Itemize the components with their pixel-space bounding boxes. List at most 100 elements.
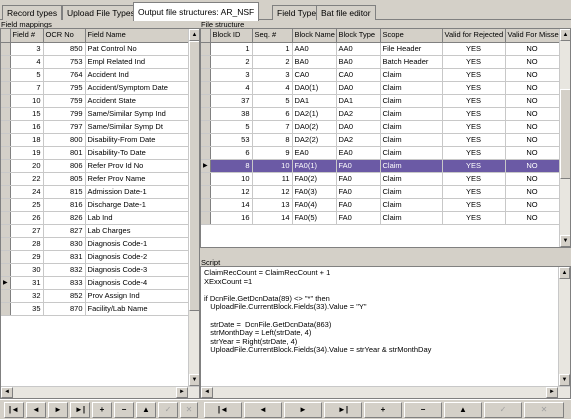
cell-ocr-no[interactable]: 759 xyxy=(43,94,86,108)
cell-block-type[interactable]: DA0 xyxy=(336,81,381,95)
cell-block-name[interactable]: AA0 xyxy=(292,42,337,56)
cell-block-id[interactable]: 4 xyxy=(210,81,253,95)
cell-valid-missed[interactable]: NO xyxy=(505,211,560,225)
table-row[interactable]: 16 14 FA0(5) FA0 Claim YES NO xyxy=(201,211,560,225)
table-row[interactable]: 37 5 DA1 DA1 Claim YES NO xyxy=(201,94,560,108)
table-row[interactable]: 7 795 Accident/Symptom Date xyxy=(1,81,189,95)
cell-field-num[interactable]: 25 xyxy=(10,198,44,212)
tab-bat-file-editor[interactable]: Bat file editor xyxy=(316,5,376,20)
col-header-block-name[interactable]: Block Name xyxy=(292,29,337,43)
col-header-block-type[interactable]: Block Type xyxy=(336,29,381,43)
cell-ocr-no[interactable]: 832 xyxy=(43,263,86,277)
cell-valid-rejected[interactable]: YES xyxy=(442,42,506,56)
nav-cancel-button[interactable]: ✕ xyxy=(524,402,564,418)
cell-seq[interactable]: 14 xyxy=(252,211,293,225)
table-row[interactable]: 20 806 Refer Prov Id No xyxy=(1,159,189,173)
cell-field-num[interactable]: 4 xyxy=(10,55,44,69)
cell-block-id[interactable]: 37 xyxy=(210,94,253,108)
cell-scope[interactable]: Claim xyxy=(380,185,443,199)
cell-valid-rejected[interactable]: YES xyxy=(442,94,506,108)
cell-ocr-no[interactable]: 795 xyxy=(43,81,86,95)
table-row[interactable]: 5 7 DA0(2) DA0 Claim YES NO xyxy=(201,120,560,134)
cell-valid-rejected[interactable]: YES xyxy=(442,146,506,160)
nav-last-button[interactable]: ►| xyxy=(70,402,90,418)
cell-field-name[interactable]: Admission Date-1 xyxy=(85,185,189,199)
cell-field-name[interactable]: Discharge Date-1 xyxy=(85,198,189,212)
cell-field-name[interactable]: Pat Control No xyxy=(85,42,189,56)
cell-block-type[interactable]: AA0 xyxy=(336,42,381,56)
cell-block-name[interactable]: DA2(1) xyxy=(292,107,337,121)
col-header-ocr-no[interactable]: OCR No xyxy=(43,29,86,43)
cell-block-name[interactable]: DA2(2) xyxy=(292,133,337,147)
table-row[interactable]: 28 830 Diagnosis Code-1 xyxy=(1,237,189,251)
col-header-field-name[interactable]: Field Name xyxy=(85,29,189,43)
cell-valid-rejected[interactable]: YES xyxy=(442,133,506,147)
cell-seq[interactable]: 11 xyxy=(252,172,293,186)
cell-field-name[interactable]: Lab Ind xyxy=(85,211,189,225)
cell-block-name[interactable]: BA0 xyxy=(292,55,337,69)
cell-scope[interactable]: Claim xyxy=(380,159,443,173)
cell-seq[interactable]: 9 xyxy=(252,146,293,160)
nav-first-button[interactable]: |◄ xyxy=(4,402,24,418)
nav-edit-button[interactable]: ▲ xyxy=(136,402,156,418)
tab-record-types[interactable]: Record types xyxy=(2,5,63,20)
cell-field-name[interactable]: Same/Similar Symp Ind xyxy=(85,107,189,121)
scroll-down-arrow-icon[interactable]: ▼ xyxy=(560,235,570,247)
cell-scope[interactable]: Claim xyxy=(380,133,443,147)
cell-valid-rejected[interactable]: YES xyxy=(442,107,506,121)
table-row[interactable]: 30 832 Diagnosis Code-3 xyxy=(1,263,189,277)
cell-block-name[interactable]: CA0 xyxy=(292,68,337,82)
cell-field-num[interactable]: 28 xyxy=(10,237,44,251)
table-row[interactable]: 3 3 CA0 CA0 Claim YES NO xyxy=(201,68,560,82)
table-row[interactable]: 4 753 Empl Related Ind xyxy=(1,55,189,69)
cell-block-type[interactable]: EA0 xyxy=(336,146,381,160)
cell-valid-missed[interactable]: NO xyxy=(505,55,560,69)
cell-valid-missed[interactable]: NO xyxy=(505,68,560,82)
cell-field-name[interactable]: Refer Prov Id No xyxy=(85,159,189,173)
cell-field-name[interactable]: Lab Charges xyxy=(85,224,189,238)
cell-block-name[interactable]: FA0(3) xyxy=(292,185,337,199)
cell-field-num[interactable]: 31 xyxy=(10,276,44,290)
cell-ocr-no[interactable]: 870 xyxy=(43,302,86,316)
nav-edit-button[interactable]: ▲ xyxy=(444,402,482,418)
table-row[interactable]: 5 764 Accident Ind xyxy=(1,68,189,82)
cell-valid-rejected[interactable]: YES xyxy=(442,120,506,134)
table-row[interactable]: 53 8 DA2(2) DA2 Claim YES NO xyxy=(201,133,560,147)
cell-field-num[interactable]: 22 xyxy=(10,172,44,186)
cell-block-id[interactable]: 6 xyxy=(210,146,253,160)
nav-next-button[interactable]: ► xyxy=(284,402,322,418)
cell-field-name[interactable]: Disability-To Date xyxy=(85,146,189,160)
cell-field-num[interactable]: 15 xyxy=(10,107,44,121)
cell-valid-missed[interactable]: NO xyxy=(505,159,560,173)
col-header-valid-rejected[interactable]: Valid for Rejected xyxy=(442,29,506,43)
cell-block-type[interactable]: BA0 xyxy=(336,55,381,69)
table-row[interactable]: 26 826 Lab Ind xyxy=(1,211,189,225)
cell-scope[interactable]: Claim xyxy=(380,211,443,225)
cell-scope[interactable]: Claim xyxy=(380,146,443,160)
cell-block-id[interactable]: 3 xyxy=(210,68,253,82)
cell-block-id[interactable]: 38 xyxy=(210,107,253,121)
cell-field-name[interactable]: Empl Related Ind xyxy=(85,55,189,69)
cell-field-num[interactable]: 10 xyxy=(10,94,44,108)
cell-ocr-no[interactable]: 831 xyxy=(43,250,86,264)
cell-ocr-no[interactable]: 852 xyxy=(43,289,86,303)
cell-seq[interactable]: 8 xyxy=(252,133,293,147)
table-row[interactable]: 16 797 Same/Similar Symp Dt xyxy=(1,120,189,134)
cell-field-num[interactable]: 32 xyxy=(10,289,44,303)
cell-seq[interactable]: 4 xyxy=(252,81,293,95)
cell-ocr-no[interactable]: 850 xyxy=(43,42,86,56)
scroll-left-arrow-icon[interactable]: ◄ xyxy=(1,387,13,398)
cell-ocr-no[interactable]: 800 xyxy=(43,133,86,147)
cell-field-name[interactable]: Diagnosis Code-2 xyxy=(85,250,189,264)
cell-block-type[interactable]: DA0 xyxy=(336,120,381,134)
cell-valid-missed[interactable]: NO xyxy=(505,185,560,199)
table-row[interactable]: 32 852 Prov Assign Ind xyxy=(1,289,189,303)
cell-valid-rejected[interactable]: YES xyxy=(442,55,506,69)
nav-last-button[interactable]: ►| xyxy=(324,402,362,418)
table-row[interactable]: 19 801 Disability-To Date xyxy=(1,146,189,160)
cell-block-name[interactable]: EA0 xyxy=(292,146,337,160)
cell-scope[interactable]: File Header xyxy=(380,42,443,56)
cell-field-num[interactable]: 27 xyxy=(10,224,44,238)
cell-ocr-no[interactable]: 797 xyxy=(43,120,86,134)
cell-field-num[interactable]: 3 xyxy=(10,42,44,56)
